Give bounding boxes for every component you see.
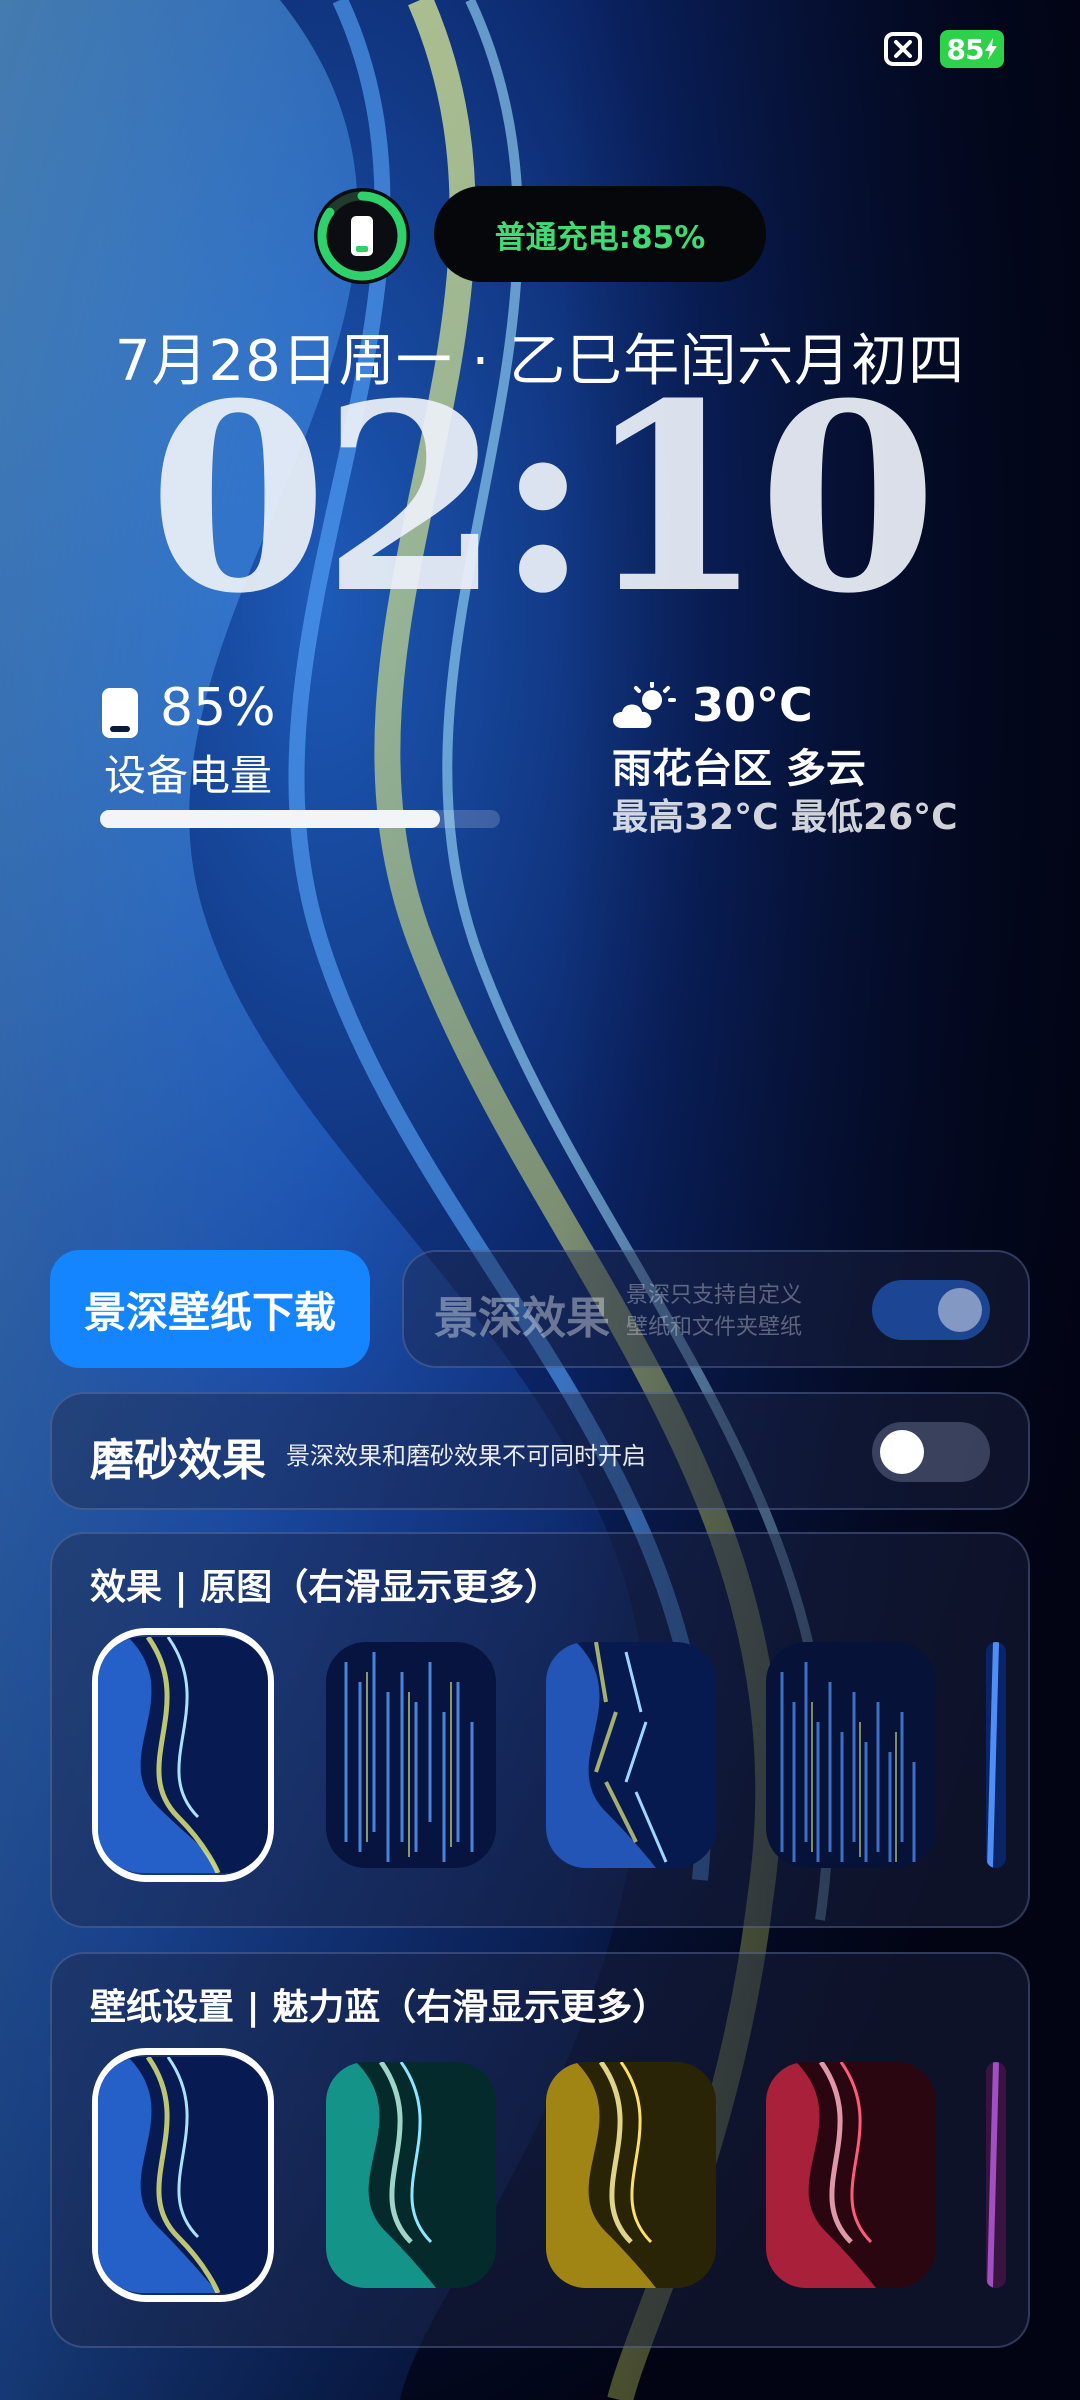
- charging-label: 普通充电:85%: [494, 219, 706, 256]
- device-battery-bar: [100, 810, 500, 828]
- depth-effect-title: 景深效果: [434, 1293, 610, 1344]
- depth-note-line2: 壁纸和文件夹壁纸: [626, 1315, 803, 1340]
- download-button-label: 景深壁纸下载: [83, 1287, 336, 1337]
- device-battery-percent: 85%: [160, 678, 276, 738]
- frosted-toggle-knob: [880, 1430, 924, 1474]
- frosted-effect-title: 磨砂效果: [90, 1435, 266, 1486]
- effect-thumb-fracture[interactable]: [546, 1642, 716, 1868]
- device-battery-label: 设备电量: [104, 751, 273, 800]
- wallpaper-thumb-crimson[interactable]: [766, 2062, 936, 2288]
- effects-panel-title: 效果 | 原图（右滑显示更多）: [90, 1567, 561, 1608]
- depth-effect-toggle[interactable]: [872, 1280, 990, 1340]
- wallpaper-thumb-teal[interactable]: [326, 2062, 496, 2288]
- depth-effect-note: 景深只支持自定义 壁纸和文件夹壁纸: [626, 1280, 802, 1344]
- wallpaper-thumb-gold[interactable]: [546, 2062, 716, 2288]
- partly-cloudy-icon: [608, 680, 678, 736]
- wallpaper-thumb-more[interactable]: [986, 2062, 1006, 2288]
- effect-thumb-more[interactable]: [986, 1642, 1006, 1868]
- weather-range: 最高32°C 最低26°C: [612, 797, 958, 838]
- depth-note-line1: 景深只支持自定义: [626, 1283, 803, 1308]
- effect-thumb-streak-2[interactable]: [766, 1642, 936, 1868]
- bolt-icon: [985, 38, 998, 60]
- lock-clock: 02:10: [148, 347, 937, 650]
- effect-thumb-streak-1[interactable]: [326, 1642, 496, 1868]
- charging-status-pill: 普通充电:85%: [434, 186, 766, 282]
- depth-effect-card: 景深效果 景深只支持自定义 壁纸和文件夹壁纸: [402, 1250, 1030, 1368]
- effect-thumb-original[interactable]: [98, 1637, 268, 1873]
- depth-toggle-knob: [938, 1288, 982, 1332]
- wallpaper-settings-panel: 壁纸设置 | 魅力蓝（右滑显示更多）: [50, 1952, 1030, 2348]
- device-battery-fill: [100, 810, 440, 828]
- charging-ring: [314, 188, 410, 284]
- status-battery-level: 85: [946, 32, 985, 66]
- status-close-icon: [884, 32, 922, 66]
- wallpaper-thumb-charm-blue[interactable]: [98, 2057, 268, 2293]
- weather-location: 雨花台区 多云: [612, 746, 866, 792]
- frosted-effect-toggle[interactable]: [872, 1422, 990, 1482]
- status-battery: 85: [940, 30, 1004, 68]
- depth-wallpaper-download-button[interactable]: 景深壁纸下载: [50, 1250, 370, 1368]
- frosted-effect-note: 景深效果和磨砂效果不可同时开启: [286, 1442, 646, 1470]
- weather-temperature: 30°C: [692, 678, 813, 732]
- wallpaper-panel-title: 壁纸设置 | 魅力蓝（右滑显示更多）: [90, 1987, 669, 2028]
- frosted-effect-card: 磨砂效果 景深效果和磨砂效果不可同时开启: [50, 1392, 1030, 1510]
- phone-battery-icon: [100, 686, 140, 744]
- effects-panel: 效果 | 原图（右滑显示更多）: [50, 1532, 1030, 1928]
